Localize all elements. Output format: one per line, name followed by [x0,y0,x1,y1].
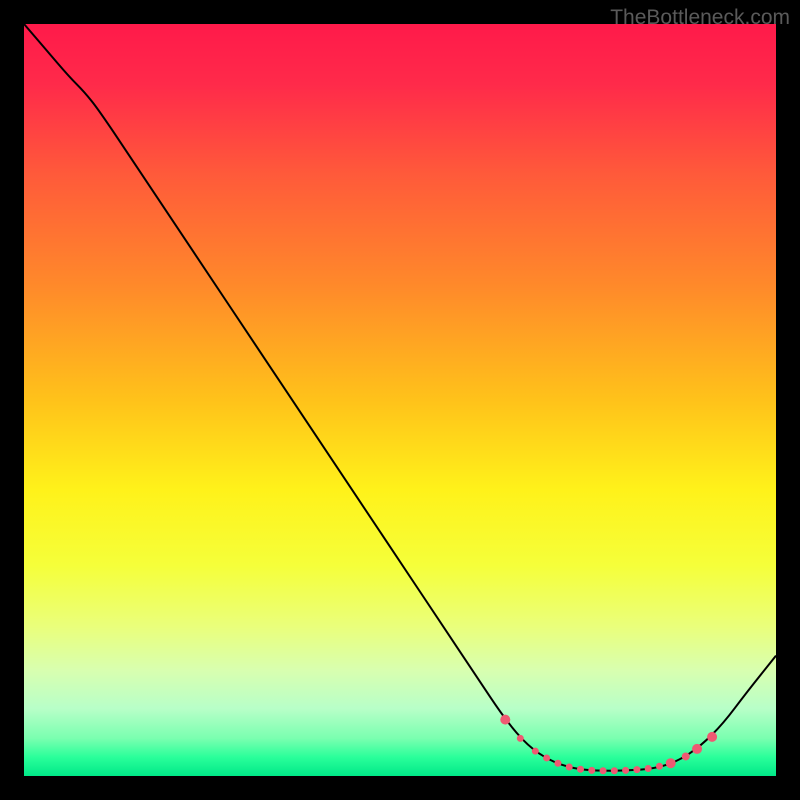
marker-dot [532,748,539,755]
marker-dot [707,732,717,742]
bottleneck-curve [24,24,776,771]
marker-dot [656,763,663,770]
marker-dot [543,754,550,761]
marker-dot [645,765,652,772]
marker-dot [633,766,640,773]
marker-dot [600,767,607,774]
marker-dot [500,715,510,725]
markers-group [500,715,717,775]
watermark-text: TheBottleneck.com [610,6,790,30]
marker-dot [692,744,702,754]
marker-dot [517,735,524,742]
marker-dot [588,767,595,774]
marker-dot [622,767,629,774]
marker-dot [566,763,573,770]
marker-dot [682,752,690,760]
plot-area [24,24,776,776]
marker-dot [611,767,618,774]
marker-dot [577,766,584,773]
marker-dot [666,758,676,768]
chart-svg [24,24,776,776]
marker-dot [554,760,561,767]
